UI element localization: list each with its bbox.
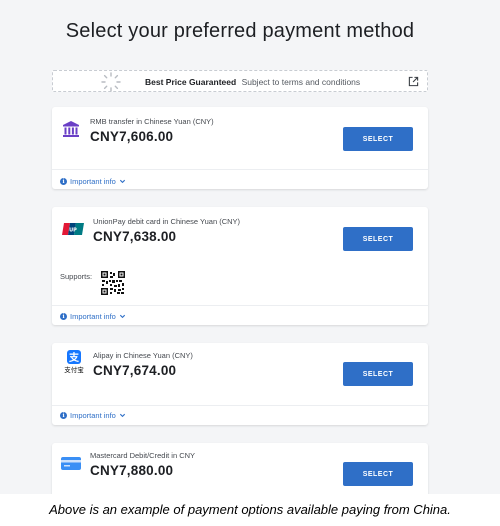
payment-option-rmb-transfer: RMB transfer in Chinese Yuan (CNY) CNY7,… xyxy=(52,107,428,189)
payment-panel: Select your preferred payment method Bes… xyxy=(0,0,500,494)
image-caption: Above is an example of payment options a… xyxy=(49,502,451,517)
chevron-down-icon xyxy=(119,314,125,319)
important-info-toggle[interactable]: i Important info xyxy=(60,312,126,321)
payment-option-label: Mastercard Debit/Credit in CNY xyxy=(90,451,196,460)
select-button[interactable]: SELECT xyxy=(343,362,413,386)
svg-text:支: 支 xyxy=(68,351,80,364)
info-icon: i xyxy=(60,313,67,320)
card-divider xyxy=(52,405,428,406)
important-info-toggle[interactable]: i Important info xyxy=(60,177,126,186)
payment-option-label: RMB transfer in Chinese Yuan (CNY) xyxy=(90,117,214,126)
payment-option-price: CNY7,606.00 xyxy=(90,129,174,144)
select-button[interactable]: SELECT xyxy=(343,462,413,486)
card-divider xyxy=(52,305,428,306)
loading-spinner-icon xyxy=(101,72,121,92)
info-icon: i xyxy=(60,178,67,185)
bank-icon xyxy=(63,121,79,137)
chevron-down-icon xyxy=(119,179,125,184)
supports-label: Supports: xyxy=(60,272,93,281)
best-price-banner[interactable]: Best Price Guaranteed Subject to terms a… xyxy=(52,70,428,92)
payment-option-unionpay: UP UnionPay debit card in Chinese Yuan (… xyxy=(52,207,428,325)
payment-option-alipay: 支 支付宝 Alipay in Chinese Yuan (CNY) CNY7,… xyxy=(52,343,428,425)
select-button[interactable]: SELECT xyxy=(343,227,413,251)
qr-code-icon xyxy=(101,271,125,295)
important-info-label: Important info xyxy=(70,177,116,186)
select-button[interactable]: SELECT xyxy=(343,127,413,151)
payment-option-label: UnionPay debit card in Chinese Yuan (CNY… xyxy=(93,217,241,226)
important-info-label: Important info xyxy=(70,312,116,321)
payment-option-price: CNY7,880.00 xyxy=(90,463,174,478)
alipay-logo-mark-icon: 支 xyxy=(67,350,81,364)
payment-option-mastercard: Mastercard Debit/Credit in CNY CNY7,880.… xyxy=(52,443,428,494)
page-title: Select your preferred payment method xyxy=(65,20,415,42)
svg-text:UP: UP xyxy=(69,228,77,234)
info-icon: i xyxy=(60,412,67,419)
unionpay-icon: UP xyxy=(62,223,84,235)
payment-option-price: CNY7,674.00 xyxy=(93,363,177,378)
terms-label: Subject to terms and conditions xyxy=(241,77,361,87)
chevron-down-icon xyxy=(119,413,125,418)
external-link-icon[interactable] xyxy=(408,76,419,87)
payment-option-price: CNY7,638.00 xyxy=(93,229,177,244)
alipay-logo-text: 支付宝 xyxy=(64,366,84,374)
card-divider xyxy=(52,169,428,170)
important-info-label: Important info xyxy=(70,411,116,420)
important-info-toggle[interactable]: i Important info xyxy=(60,411,126,420)
best-price-label: Best Price Guaranteed xyxy=(145,77,237,87)
payment-option-label: Alipay in Chinese Yuan (CNY) xyxy=(93,351,193,360)
alipay-icon: 支 支付宝 xyxy=(61,350,87,376)
card-icon xyxy=(61,457,81,470)
